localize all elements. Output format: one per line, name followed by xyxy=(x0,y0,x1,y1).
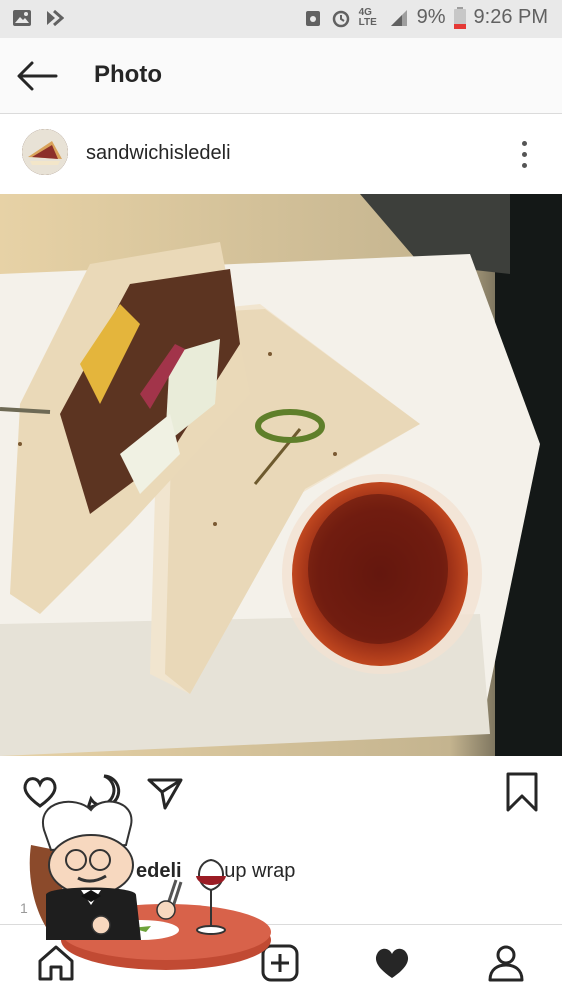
battery-percent: 9% xyxy=(416,6,446,28)
chef-mascot-logo xyxy=(29,800,271,970)
nav-activity[interactable] xyxy=(372,943,412,983)
post-photo[interactable] xyxy=(0,194,562,756)
page-title: Photo xyxy=(94,61,162,88)
post-header: sandwichisledeli xyxy=(0,114,562,194)
vpn-icon xyxy=(305,10,320,26)
image-icon xyxy=(13,10,31,26)
battery-icon xyxy=(453,6,466,29)
activity-heart-icon xyxy=(375,948,409,978)
lte-icon: 4G LTE xyxy=(358,6,377,28)
signal-icon xyxy=(390,9,407,26)
alarm-icon xyxy=(332,10,349,27)
avatar-image xyxy=(22,129,68,175)
clock: 9:26 PM xyxy=(473,6,548,28)
nav-profile[interactable] xyxy=(486,943,526,983)
bookmark-button[interactable] xyxy=(502,772,542,812)
status-bar: 4G LTE 9% 9:26 PM xyxy=(0,0,562,38)
app-bar: Photo xyxy=(0,38,562,114)
back-button[interactable] xyxy=(14,56,60,96)
more-vertical-icon xyxy=(512,141,536,168)
wrap-photo-image xyxy=(0,194,562,756)
download-icon xyxy=(47,9,64,27)
avatar[interactable] xyxy=(22,129,68,175)
profile-icon xyxy=(488,945,524,982)
arrow-left-icon xyxy=(17,61,58,91)
bookmark-icon xyxy=(506,772,538,812)
more-options-button[interactable] xyxy=(512,138,536,170)
post-username[interactable]: sandwichisledeli xyxy=(86,142,231,165)
